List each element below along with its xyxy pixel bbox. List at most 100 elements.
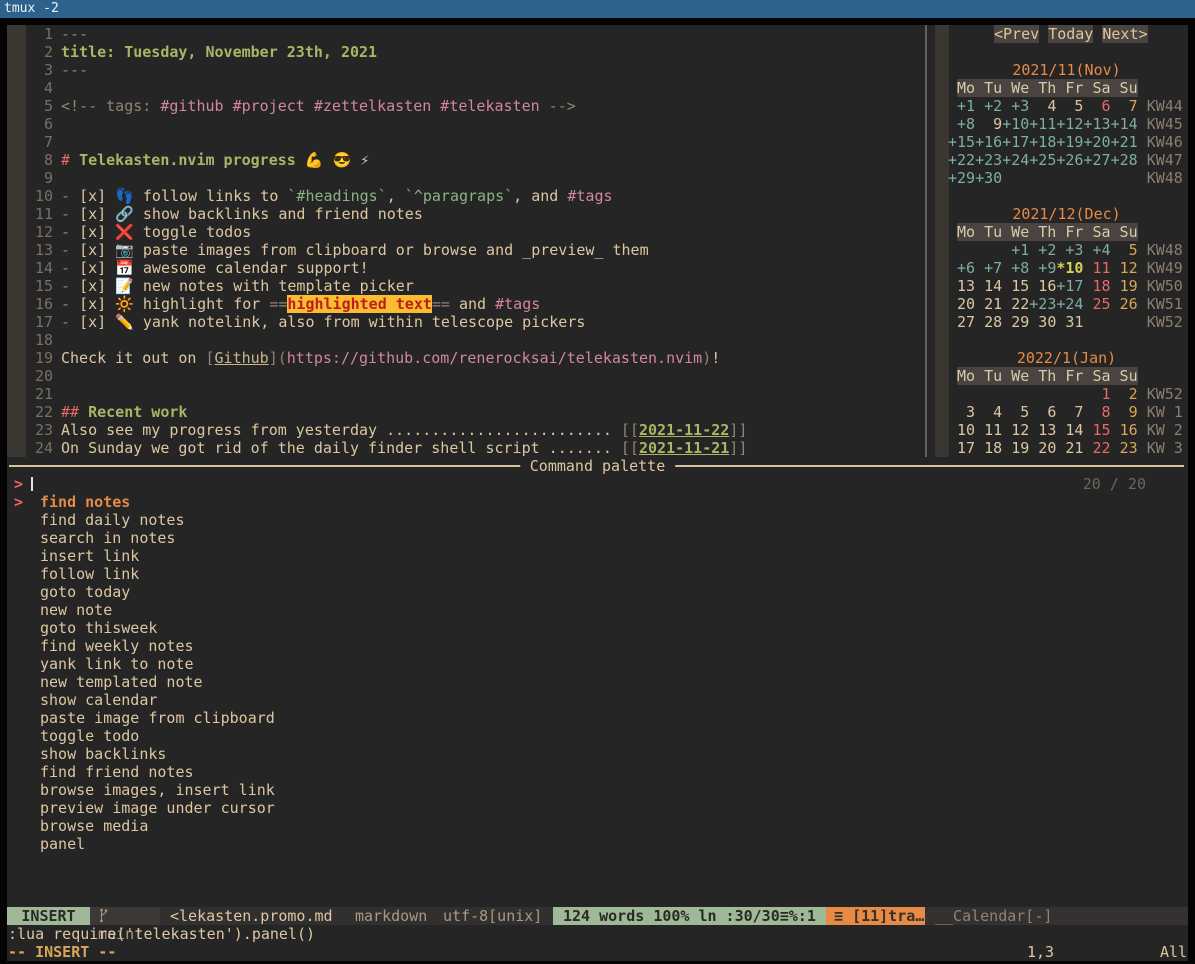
calendar-day[interactable]: 3 [948, 403, 975, 421]
palette-selected-row[interactable]: > find notes [7, 493, 1188, 511]
calendar-day[interactable]: +24 [1002, 151, 1029, 169]
calendar-day[interactable]: 4 [1029, 97, 1056, 115]
calendar-day[interactable]: +23 [1029, 295, 1056, 313]
calendar-day[interactable]: 18 [975, 439, 1002, 457]
palette-item[interactable]: follow link [40, 565, 139, 583]
palette-prompt-row[interactable]: > 20 / 20 [7, 475, 1188, 493]
calendar-day[interactable]: +25 [1029, 151, 1056, 169]
calendar-day[interactable]: 19 [1002, 439, 1029, 457]
calendar-day[interactable]: 16 [1029, 277, 1056, 295]
palette-item[interactable]: new templated note [40, 673, 203, 691]
editor-line[interactable]: 24On Sunday we got rid of the daily find… [7, 439, 925, 457]
calendar-day[interactable]: 8 [1083, 403, 1110, 421]
editor-line[interactable]: 11- [x] 🔗 show backlinks and friend note… [7, 205, 925, 223]
calendar-day[interactable]: +28 [1111, 151, 1138, 169]
calendar-day[interactable]: +2 [1029, 241, 1056, 259]
tab-section[interactable]: ≡ [11]tra… [826, 907, 925, 925]
editor-line[interactable]: 14- [x] 📅 awesome calendar support! [7, 259, 925, 277]
calendar-day[interactable]: +30 [975, 169, 1002, 187]
palette-item[interactable]: goto today [40, 583, 130, 601]
palette-item[interactable]: paste image from clipboard [40, 709, 275, 727]
calendar-nav-next-button[interactable]: Next> [1102, 25, 1147, 43]
palette-item[interactable]: browse images, insert link [40, 781, 275, 799]
calendar-day[interactable]: +19 [1056, 133, 1083, 151]
calendar-day[interactable]: +7 [975, 259, 1002, 277]
calendar-day[interactable]: +17 [1002, 133, 1029, 151]
calendar-day[interactable]: +3 [1002, 97, 1029, 115]
calendar-day[interactable]: 7 [1056, 403, 1083, 421]
palette-item[interactable]: goto thisweek [40, 619, 157, 637]
calendar-day[interactable]: 13 [948, 277, 975, 295]
calendar-day[interactable]: 6 [1083, 97, 1110, 115]
editor-line[interactable]: 19Check it out on [Github](https://githu… [7, 349, 925, 367]
calendar-day[interactable]: 27 [948, 313, 975, 331]
palette-item[interactable]: show backlinks [40, 745, 166, 763]
editor-line[interactable]: 1--- [7, 25, 925, 43]
calendar-day[interactable]: +13 [1083, 115, 1110, 133]
editor-line[interactable]: 5<!-- tags: #github #project #zettelkast… [7, 97, 925, 115]
editor-line[interactable]: 13- [x] 📷 paste images from clipboard or… [7, 241, 925, 259]
editor-line[interactable]: 20 [7, 367, 925, 385]
calendar-day[interactable]: 13 [1029, 421, 1056, 439]
calendar-day[interactable]: 12 [1002, 421, 1029, 439]
calendar-day[interactable]: +1 [948, 97, 975, 115]
calendar-day[interactable]: 16 [1111, 421, 1138, 439]
calendar-day[interactable]: 21 [1056, 439, 1083, 457]
calendar-day[interactable]: +29 [948, 169, 975, 187]
calendar-day[interactable]: 5 [1111, 241, 1138, 259]
editor-line[interactable]: 18 [7, 331, 925, 349]
palette-item[interactable]: insert link [40, 547, 139, 565]
calendar-day[interactable]: +20 [1083, 133, 1110, 151]
palette-item[interactable]: browse media [40, 817, 148, 835]
calendar-nav-today-button[interactable]: Today [1048, 25, 1093, 43]
editor-line[interactable]: 15- [x] 📝 new notes with template picker [7, 277, 925, 295]
git-section[interactable]: main! [90, 907, 160, 925]
editor-line[interactable]: 12- [x] ❌ toggle todos [7, 223, 925, 241]
calendar-day[interactable]: 9 [975, 115, 1002, 133]
calendar-day[interactable]: 19 [1111, 277, 1138, 295]
editor-line[interactable]: 2title: Tuesday, November 23th, 2021 [7, 43, 925, 61]
calendar-day[interactable]: +21 [1111, 133, 1138, 151]
calendar-day[interactable]: +27 [1083, 151, 1110, 169]
calendar-day[interactable]: 15 [1083, 421, 1110, 439]
calendar-day[interactable]: +1 [1002, 241, 1029, 259]
editor-line[interactable]: 7 [7, 133, 925, 151]
calendar-day[interactable]: +6 [948, 259, 975, 277]
palette-item[interactable]: panel [40, 835, 85, 853]
calendar-day[interactable]: 4 [975, 403, 1002, 421]
editor-line[interactable]: 6 [7, 115, 925, 133]
calendar-day[interactable]: +17 [1056, 277, 1083, 295]
calendar-day[interactable]: 20 [1029, 439, 1056, 457]
palette-item[interactable]: preview image under cursor [40, 799, 275, 817]
calendar-day[interactable]: 5 [1056, 97, 1083, 115]
calendar-day[interactable]: 17 [948, 439, 975, 457]
calendar-day[interactable]: +10 [1002, 115, 1029, 133]
calendar-day[interactable]: +15 [948, 133, 975, 151]
palette-item[interactable]: show calendar [40, 691, 157, 709]
palette-item[interactable]: find friend notes [40, 763, 194, 781]
calendar-day[interactable]: +14 [1111, 115, 1138, 133]
calendar-day[interactable]: 25 [1083, 295, 1110, 313]
calendar-day[interactable]: +16 [975, 133, 1002, 151]
calendar-nav-prev-button[interactable]: <Prev [994, 25, 1039, 43]
window-separator[interactable] [925, 25, 927, 457]
calendar-day[interactable]: *10 [1056, 259, 1083, 277]
calendar-day[interactable]: +26 [1056, 151, 1083, 169]
calendar-day[interactable]: 15 [1002, 277, 1029, 295]
calendar-day[interactable]: +4 [1083, 241, 1110, 259]
calendar-day[interactable]: +22 [948, 151, 975, 169]
palette-item[interactable]: search in notes [40, 529, 175, 547]
palette-item[interactable]: new note [40, 601, 112, 619]
palette-item[interactable]: yank link to note [40, 655, 194, 673]
editor-line[interactable]: 10- [x] 👣 follow links to `#headings`, `… [7, 187, 925, 205]
calendar-day[interactable]: 18 [1083, 277, 1110, 295]
editor-pane[interactable]: 1---2title: Tuesday, November 23th, 2021… [7, 25, 925, 457]
calendar-day[interactable]: 14 [975, 277, 1002, 295]
calendar-day[interactable]: 30 [1029, 313, 1056, 331]
calendar-day[interactable]: 26 [1111, 295, 1138, 313]
calendar-pane[interactable]: <Prev Today Next> 2021/11(Nov)Mo Tu We T… [928, 25, 1188, 457]
editor-line[interactable]: 21 [7, 385, 925, 403]
palette-item[interactable]: toggle todo [40, 727, 139, 745]
editor-line[interactable]: 4 [7, 79, 925, 97]
palette-item[interactable]: find weekly notes [40, 637, 194, 655]
